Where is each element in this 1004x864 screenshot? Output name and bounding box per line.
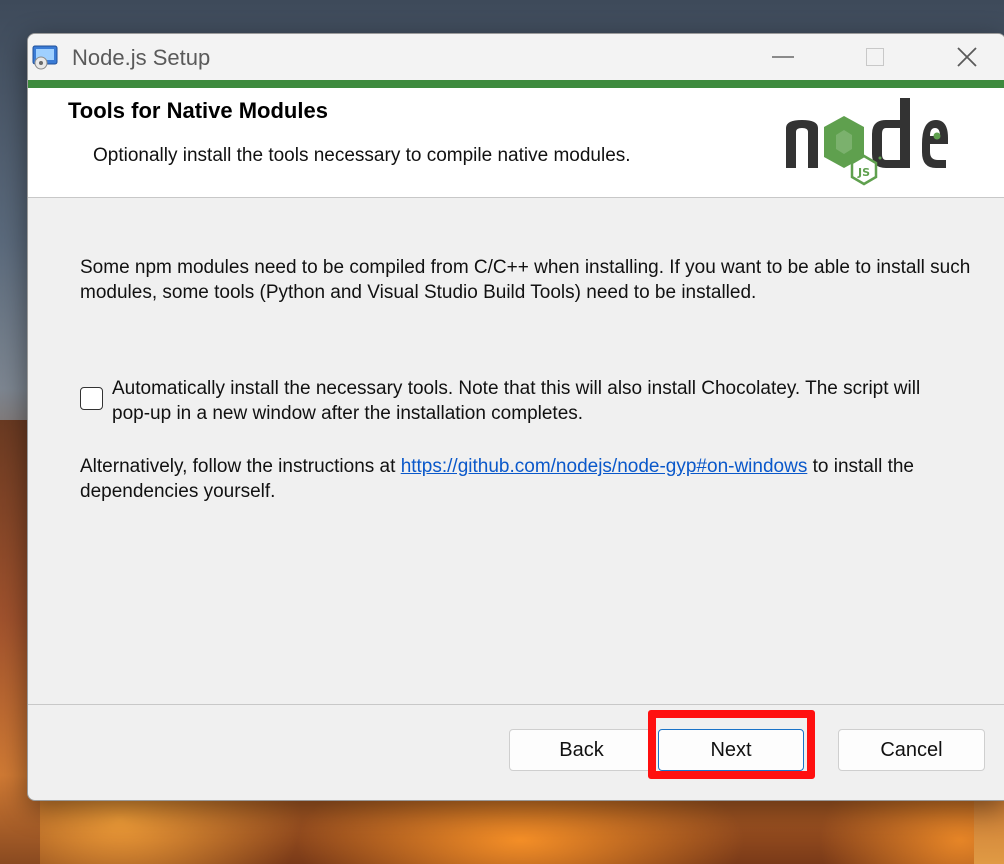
footer-divider [28, 704, 1004, 705]
cancel-button[interactable]: Cancel [838, 729, 985, 771]
close-button[interactable] [921, 34, 1004, 80]
maximize-icon [866, 48, 884, 66]
title-bar[interactable]: Node.js Setup [28, 34, 1004, 80]
maximize-button[interactable] [829, 34, 921, 80]
description-paragraph: Some npm modules need to be compiled fro… [80, 257, 971, 303]
minimize-icon [772, 56, 794, 58]
back-button[interactable]: Back [509, 729, 654, 771]
window-title: Node.js Setup [72, 45, 211, 70]
minimize-button[interactable] [737, 34, 829, 80]
page-subtitle: Optionally install the tools necessary t… [93, 145, 631, 166]
auto-install-checkbox[interactable] [80, 387, 103, 410]
svg-text:JS: JS [857, 166, 870, 179]
page-title: Tools for Native Modules [68, 98, 328, 123]
next-button[interactable]: Next [658, 729, 804, 771]
nodejs-logo: JS [786, 98, 948, 186]
installer-app-icon [32, 45, 58, 70]
accent-bar [28, 80, 1004, 88]
node-gyp-link[interactable]: https://github.com/nodejs/node-gyp#on-wi… [401, 456, 808, 477]
setup-window: Node.js Setup Tools for Native Modules O… [27, 33, 1004, 801]
close-icon [957, 47, 977, 67]
header-banner: Tools for Native Modules Optionally inst… [28, 88, 1004, 198]
alternative-prefix: Alternatively, follow the instructions a… [80, 456, 401, 477]
alternative-paragraph: Alternatively, follow the instructions a… [80, 454, 980, 504]
auto-install-checkbox-label[interactable]: Automatically install the necessary tool… [112, 376, 952, 426]
